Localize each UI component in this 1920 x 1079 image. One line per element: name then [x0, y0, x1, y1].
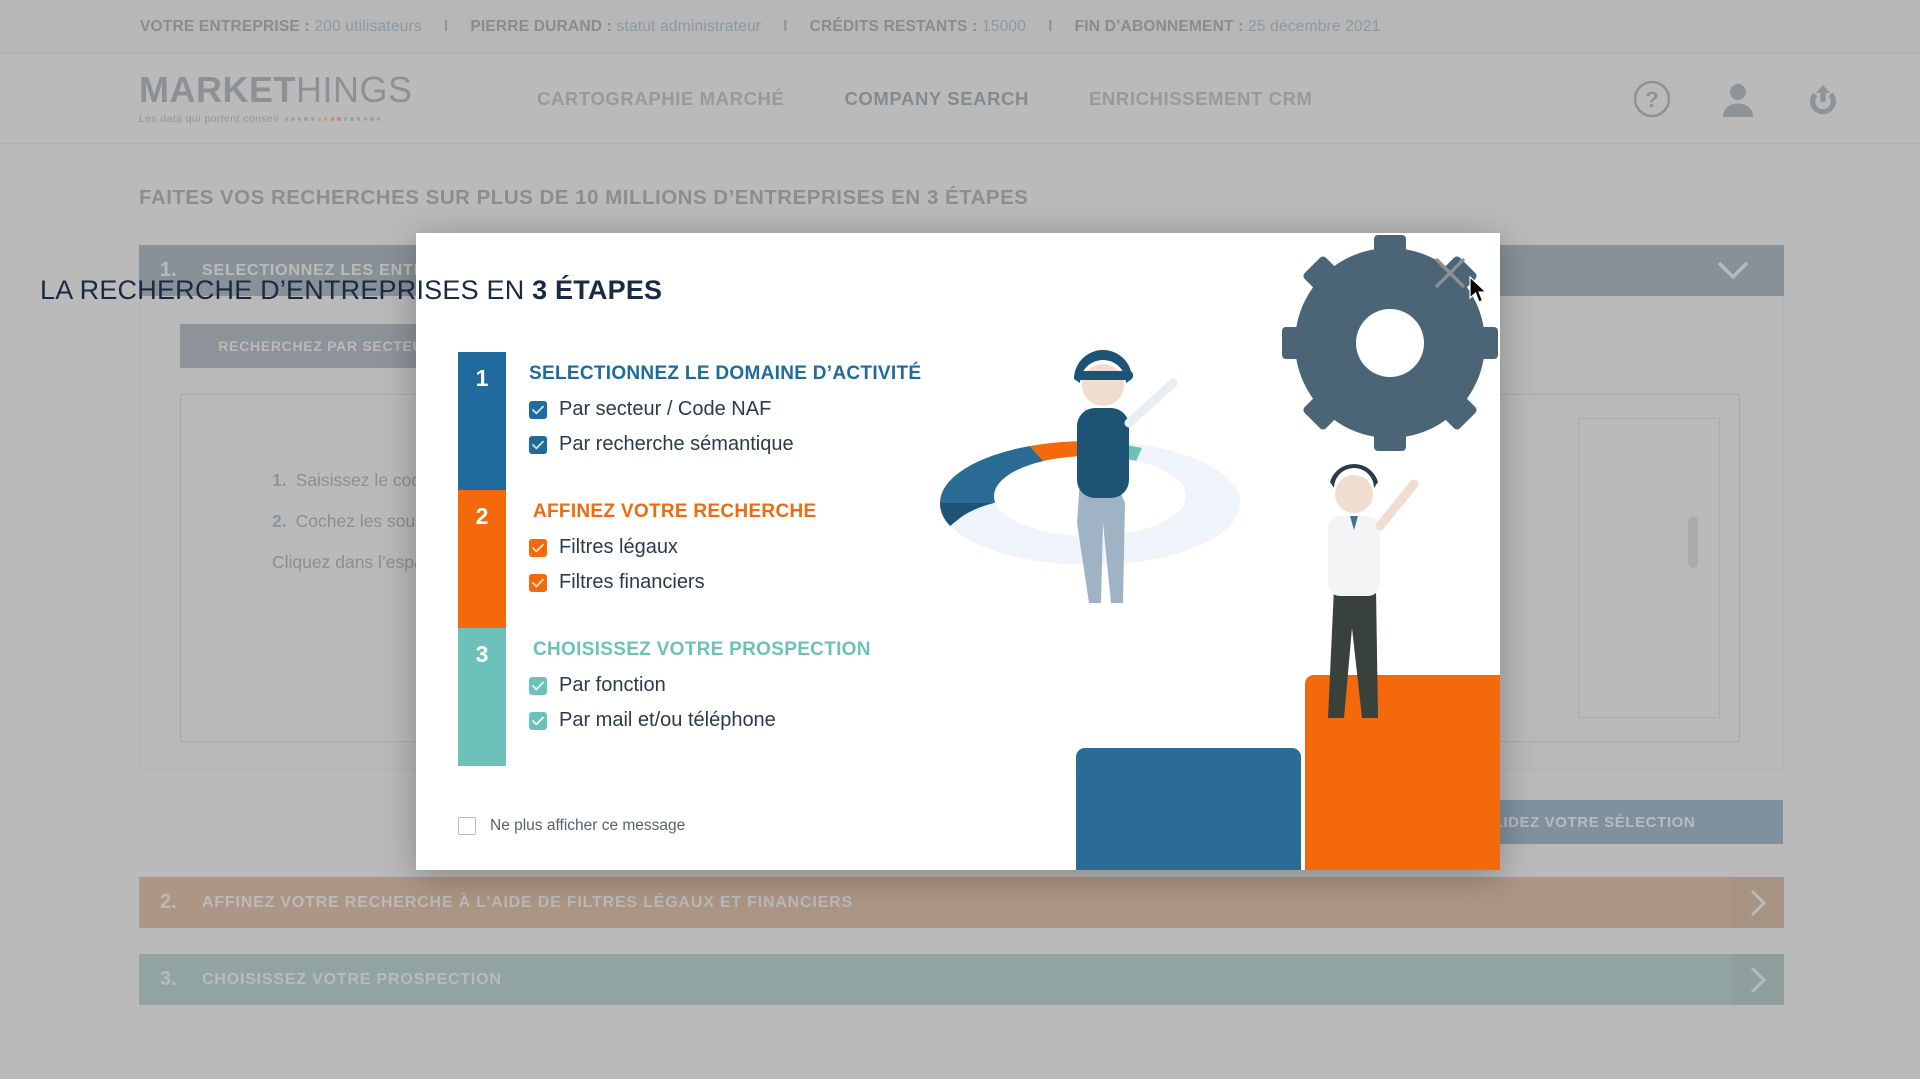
- user-icon[interactable]: [1719, 80, 1757, 118]
- scrollbar-thumb[interactable]: [1688, 516, 1698, 568]
- nav-item-enrichissement-crm[interactable]: ENRICHISSEMENT CRM: [1089, 88, 1313, 110]
- close-icon: [1435, 258, 1465, 288]
- chevron-right-icon[interactable]: [1731, 954, 1784, 1005]
- page-title: FAITES VOS RECHERCHES SUR PLUS DE 10 MIL…: [139, 186, 1029, 209]
- dont-show-again-label: Ne plus afficher ce message: [490, 817, 686, 834]
- user-label: PIERRE DURAND :: [470, 17, 612, 35]
- separator: I: [443, 17, 449, 35]
- checkbox-unchecked-icon[interactable]: [458, 817, 476, 835]
- accordion-2-number: 2.: [160, 891, 177, 913]
- nav-item-company-search[interactable]: COMPANY SEARCH: [844, 88, 1029, 110]
- accordion-2-label: AFFINEZ VOTRE RECHERCHE À L’AIDE DE FILT…: [202, 893, 853, 911]
- chevron-right-icon[interactable]: [1731, 877, 1784, 928]
- company-value: 200 utilisateurs: [314, 17, 422, 35]
- instruction-number: 2.: [272, 511, 287, 531]
- logo-bold: MARKET: [139, 69, 296, 110]
- accordion-section-3[interactable]: 3. CHOISISSEZ VOTRE PROSPECTION: [139, 954, 1784, 1005]
- logo-light: HINGS: [295, 69, 413, 110]
- user-status-value: statut administrateur: [616, 17, 762, 35]
- header-icon-group: ?: [1632, 54, 1842, 144]
- dont-show-again-checkbox[interactable]: Ne plus afficher ce message: [458, 817, 685, 835]
- credits-label: CRÉDITS RESTANTS :: [809, 17, 978, 35]
- accordion-3-number: 3.: [160, 968, 177, 990]
- accordion-section-2[interactable]: 2. AFFINEZ VOTRE RECHERCHE À L’AIDE DE F…: [139, 877, 1784, 928]
- accordion-3-label: CHOISISSEZ VOTRE PROSPECTION: [202, 970, 502, 988]
- chevron-down-icon[interactable]: [1716, 257, 1750, 288]
- accordion-1-number: 1.: [160, 259, 177, 281]
- close-button[interactable]: [1426, 249, 1474, 297]
- subscription-value: 25 décembre 2021: [1248, 17, 1381, 35]
- top-info-bar: VOTRE ENTREPRISE : 200 utilisateurs I PI…: [0, 0, 1920, 54]
- onboarding-modal: [416, 233, 1500, 870]
- credits-value: 15000: [981, 17, 1027, 35]
- company-label: VOTRE ENTREPRISE :: [140, 17, 310, 35]
- illustration: [939, 235, 1500, 870]
- sector-results-area[interactable]: [1578, 418, 1720, 718]
- site-header: MARKETHINGS Les data qui portent conseil…: [0, 54, 1920, 144]
- logo-dots-decoration: [284, 117, 381, 121]
- logo-tagline-row: Les data qui portent conseil: [139, 113, 413, 125]
- help-icon[interactable]: ?: [1632, 79, 1672, 119]
- separator: I: [1048, 17, 1053, 35]
- logout-icon[interactable]: [1804, 80, 1842, 118]
- separator: I: [783, 17, 788, 35]
- logo-tagline: Les data qui portent conseil: [139, 113, 279, 125]
- instruction-number: 1.: [272, 470, 287, 490]
- nav-item-cartographie[interactable]: CARTOGRAPHIE MARCHÉ: [537, 88, 784, 110]
- logo[interactable]: MARKETHINGS Les data qui portent conseil: [139, 70, 413, 126]
- subscription-label: FIN D’ABONNEMENT :: [1074, 17, 1244, 35]
- main-nav: CARTOGRAPHIE MARCHÉ COMPANY SEARCH ENRIC…: [537, 54, 1313, 144]
- mouse-cursor: [1468, 275, 1490, 310]
- svg-text:?: ?: [1645, 87, 1658, 112]
- logo-wordmark: MARKETHINGS: [139, 70, 413, 110]
